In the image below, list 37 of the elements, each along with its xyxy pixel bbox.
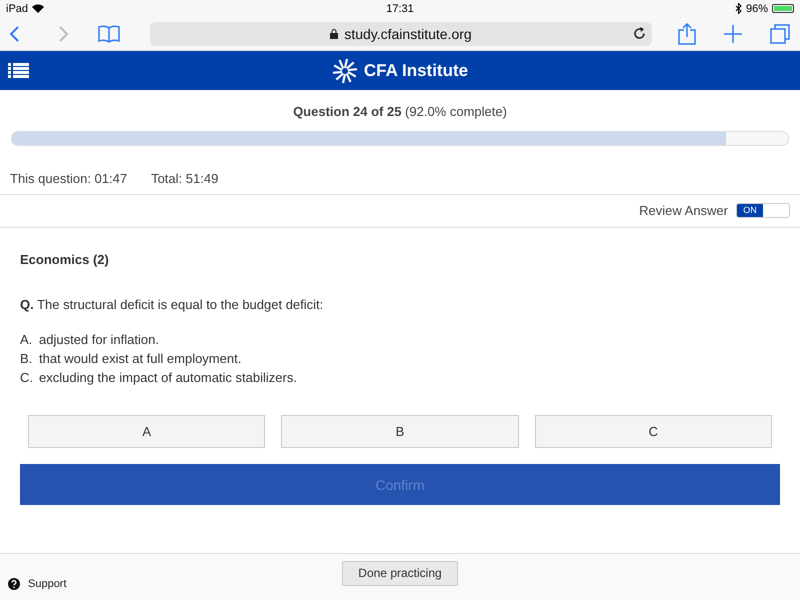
option-letter: C.	[20, 370, 34, 385]
option-text: adjusted for inflation.	[39, 332, 159, 347]
share-icon[interactable]	[678, 22, 696, 44]
battery-icon	[772, 4, 794, 13]
timer-text: Total: 51:49	[151, 171, 218, 186]
progress-heading: Question 24 of 25 (92.0% complete)	[292, 104, 508, 119]
answer-button[interactable]: B	[281, 415, 519, 448]
option-text: excluding the impact of automatic stabilizers.	[39, 370, 297, 385]
option-text: that would exist at full employment.	[39, 351, 242, 366]
answer-button[interactable]: A	[28, 415, 266, 448]
option-letter: A.	[20, 332, 34, 347]
logo-icon	[332, 58, 358, 84]
reload-icon[interactable]	[633, 26, 646, 40]
support-link[interactable]: Support	[28, 578, 67, 590]
wifi-icon	[32, 4, 44, 13]
url-text: study.cfainstitute.org	[344, 26, 472, 42]
review-label: Review Answer	[639, 203, 728, 218]
topic-title: Economics (2)	[20, 252, 110, 267]
menu-icon[interactable]	[8, 63, 29, 78]
help-icon[interactable]	[8, 578, 20, 590]
bluetooth-icon	[734, 3, 742, 14]
answer-button[interactable]: C	[534, 415, 772, 448]
brand-name: CFA Institute	[364, 60, 468, 80]
book-icon[interactable]	[98, 24, 120, 42]
device-name: iPad	[6, 2, 28, 14]
question-text: Q. The structural deficit is equal to the budget deficit:	[20, 297, 324, 312]
plus-icon[interactable]	[724, 24, 742, 42]
battery-percent: 96%	[746, 2, 768, 14]
address-bar[interactable]: study.cfainstitute.org	[150, 22, 652, 46]
lock-icon	[330, 28, 338, 38]
option-letter: B.	[20, 351, 34, 366]
done-button[interactable]: Done practicing	[342, 560, 458, 586]
back-icon[interactable]	[10, 26, 20, 42]
clock: 17:31	[386, 2, 414, 14]
timer-text: This question: 01:47	[10, 171, 128, 186]
tabs-icon[interactable]	[770, 24, 790, 44]
review-toggle[interactable]: ON	[736, 203, 790, 218]
